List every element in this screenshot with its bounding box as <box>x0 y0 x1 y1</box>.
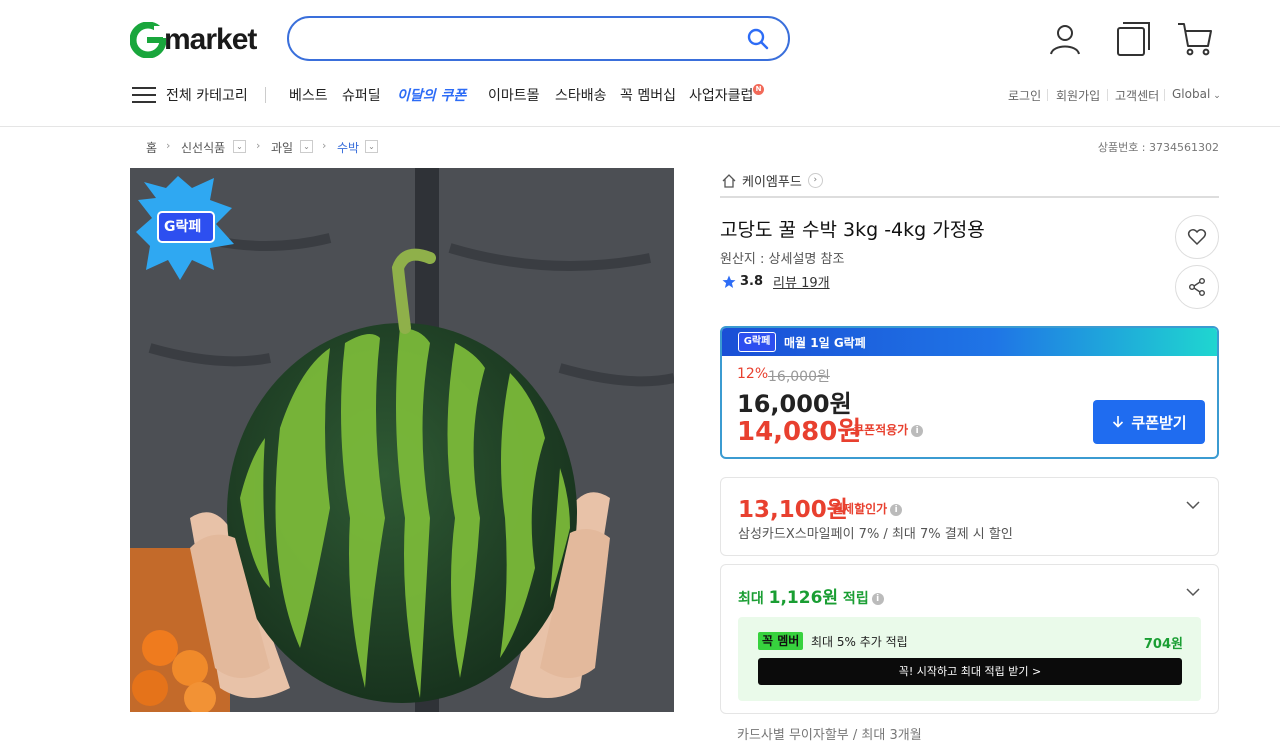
nav-emart-mall[interactable]: 이마트몰 <box>488 85 540 105</box>
discount-rate: 12% <box>737 366 769 382</box>
breadcrumb-fruit[interactable]: 과일 <box>271 139 293 156</box>
card-discount-box[interactable]: 13,100원 결제할인가 i 삼성카드X스마일페이 7% / 최대 7% 결제 … <box>720 477 1219 556</box>
installment-info[interactable]: 카드사별 무이자할부 / 최대 3개월 <box>737 724 922 743</box>
breadcrumb-separator-icon: › <box>322 139 327 152</box>
heart-icon <box>1187 229 1207 246</box>
chevron-right-icon: › <box>807 173 823 188</box>
card-discount-label-text: 결제할인가 <box>832 502 888 516</box>
util-divider <box>1164 89 1165 101</box>
chevron-down-icon: ⌄ <box>1213 91 1221 101</box>
membership-text: 최대 5% 추가 적립 <box>811 635 908 649</box>
info-icon[interactable]: i <box>871 593 884 605</box>
breadcrumb-home[interactable]: 홈 <box>146 139 157 156</box>
nav-superdeal[interactable]: 슈퍼딜 <box>342 85 381 105</box>
nav-membership[interactable]: 꼭 멤버십 <box>620 85 676 105</box>
membership-points: 704원 <box>1143 637 1183 652</box>
review-count-link[interactable]: 리뷰 19개 <box>773 272 830 291</box>
logo-g-icon <box>130 22 166 58</box>
badge-text: G락페 <box>164 219 202 235</box>
breadcrumb-separator-icon: › <box>166 139 171 152</box>
global-label: Global <box>1172 87 1211 101</box>
seller-link[interactable]: 케이엠푸드 › <box>722 171 823 190</box>
info-icon[interactable]: i <box>890 503 903 516</box>
wishlist-button[interactable] <box>1175 215 1219 259</box>
search-icon[interactable] <box>746 27 770 51</box>
signup-link[interactable]: 회원가입 <box>1056 87 1100 104</box>
login-link[interactable]: 로그인 <box>1008 87 1041 104</box>
coupon-label-text: 쿠폰적용가 <box>853 423 909 437</box>
global-link[interactable]: Global ⌄ <box>1172 87 1221 101</box>
nav-divider <box>265 87 266 103</box>
membership-start-button[interactable]: 꼭! 시작하고 최대 적립 받기 > <box>758 658 1182 685</box>
nav-star-delivery[interactable]: 스타배송 <box>555 85 607 105</box>
info-icon[interactable]: i <box>911 424 924 437</box>
rating-summary: 3.8 리뷰 19개 <box>722 272 830 291</box>
product-origin: 원산지 : 상세설명 참조 <box>720 252 845 267</box>
hamburger-menu-icon[interactable] <box>132 85 156 105</box>
promo-banner-text: 매월 1일 G락페 <box>784 336 866 350</box>
membership-promo: 꼭 멤버 최대 5% 추가 적립 704원 꼭! 시작하고 최대 적립 받기 > <box>738 617 1201 701</box>
breadcrumb-watermelon[interactable]: 수박 <box>337 139 359 156</box>
product-image[interactable]: G락페 <box>130 168 674 712</box>
price-box: G락페 매월 1일 G락페 12% 16,000원 16,000원 14,080… <box>720 326 1219 459</box>
original-price: 16,000원 <box>768 369 830 385</box>
goods-number: 상품번호 : 3734561302 <box>1097 141 1219 154</box>
points-amount: 1,126원 <box>768 588 839 608</box>
site-header: market 전체 카테고리 베스트 슈퍼딜 이달의 쿠폰 이마트몰 스타배송 … <box>0 0 1280 127</box>
gmarket-logo[interactable]: market <box>130 20 257 60</box>
chevron-down-icon[interactable] <box>1186 585 1200 599</box>
product-title: 고당도 꿀 수박 3kg -4kg 가정용 <box>720 219 985 241</box>
points-suffix: 적립 <box>838 591 869 607</box>
customer-center-link[interactable]: 고객센터 <box>1115 87 1159 104</box>
g-rakpe-badge: G락페 <box>738 332 776 352</box>
share-button[interactable] <box>1175 265 1219 309</box>
rating-score: 3.8 <box>740 274 764 289</box>
points-prefix: 최대 <box>738 591 769 607</box>
coupon-price-label: 쿠폰적용가 i <box>853 421 924 438</box>
chevron-down-icon[interactable]: ⌄ <box>365 140 378 153</box>
seller-name: 케이엠푸드 <box>742 175 802 190</box>
points-box: 최대 1,126원 적립 i 꼭 멤버 최대 5% 추가 적립 704원 꼭! 시… <box>720 564 1219 714</box>
card-discount-desc: 삼성카드X스마일페이 7% / 최대 7% 결제 시 할인 <box>738 527 1013 542</box>
home-icon <box>722 173 736 188</box>
max-points: 최대 1,126원 적립 i <box>738 583 884 608</box>
seller-divider <box>720 196 1219 198</box>
breadcrumb-separator-icon: › <box>256 139 261 152</box>
user-icon[interactable] <box>1046 20 1084 58</box>
nav-business-club[interactable]: 사업자클럽 <box>689 85 753 105</box>
promo-banner[interactable]: G락페 매월 1일 G락페 <box>722 328 1217 356</box>
breadcrumb-fresh-food[interactable]: 신선식품 <box>181 139 225 156</box>
recent-view-icon[interactable] <box>1114 20 1152 58</box>
share-icon <box>1189 278 1205 296</box>
get-coupon-button[interactable]: 쿠폰받기 <box>1093 400 1205 444</box>
membership-badge: 꼭 멤버 <box>758 632 804 650</box>
search-bar[interactable] <box>287 16 790 61</box>
chevron-down-icon[interactable] <box>1186 498 1200 512</box>
star-icon <box>722 275 736 288</box>
util-divider <box>1047 89 1048 101</box>
get-coupon-label: 쿠폰받기 <box>1131 413 1187 432</box>
util-divider <box>1107 89 1108 101</box>
chevron-down-icon[interactable]: ⌄ <box>233 140 246 153</box>
download-icon <box>1113 416 1124 428</box>
nav-best[interactable]: 베스트 <box>289 85 328 105</box>
card-discount-label: 결제할인가 i <box>832 500 903 517</box>
cart-icon[interactable] <box>1176 20 1214 58</box>
nav-monthly-coupon[interactable]: 이달의 쿠폰 <box>397 85 466 105</box>
chevron-down-icon[interactable]: ⌄ <box>300 140 313 153</box>
new-badge: N <box>753 84 764 95</box>
logo-text: market <box>164 23 257 56</box>
search-input[interactable] <box>307 26 727 52</box>
g-rakpe-badge: G락페 <box>136 174 236 284</box>
coupon-price: 14,080원 <box>737 417 862 447</box>
all-categories-link[interactable]: 전체 카테고리 <box>166 85 248 105</box>
